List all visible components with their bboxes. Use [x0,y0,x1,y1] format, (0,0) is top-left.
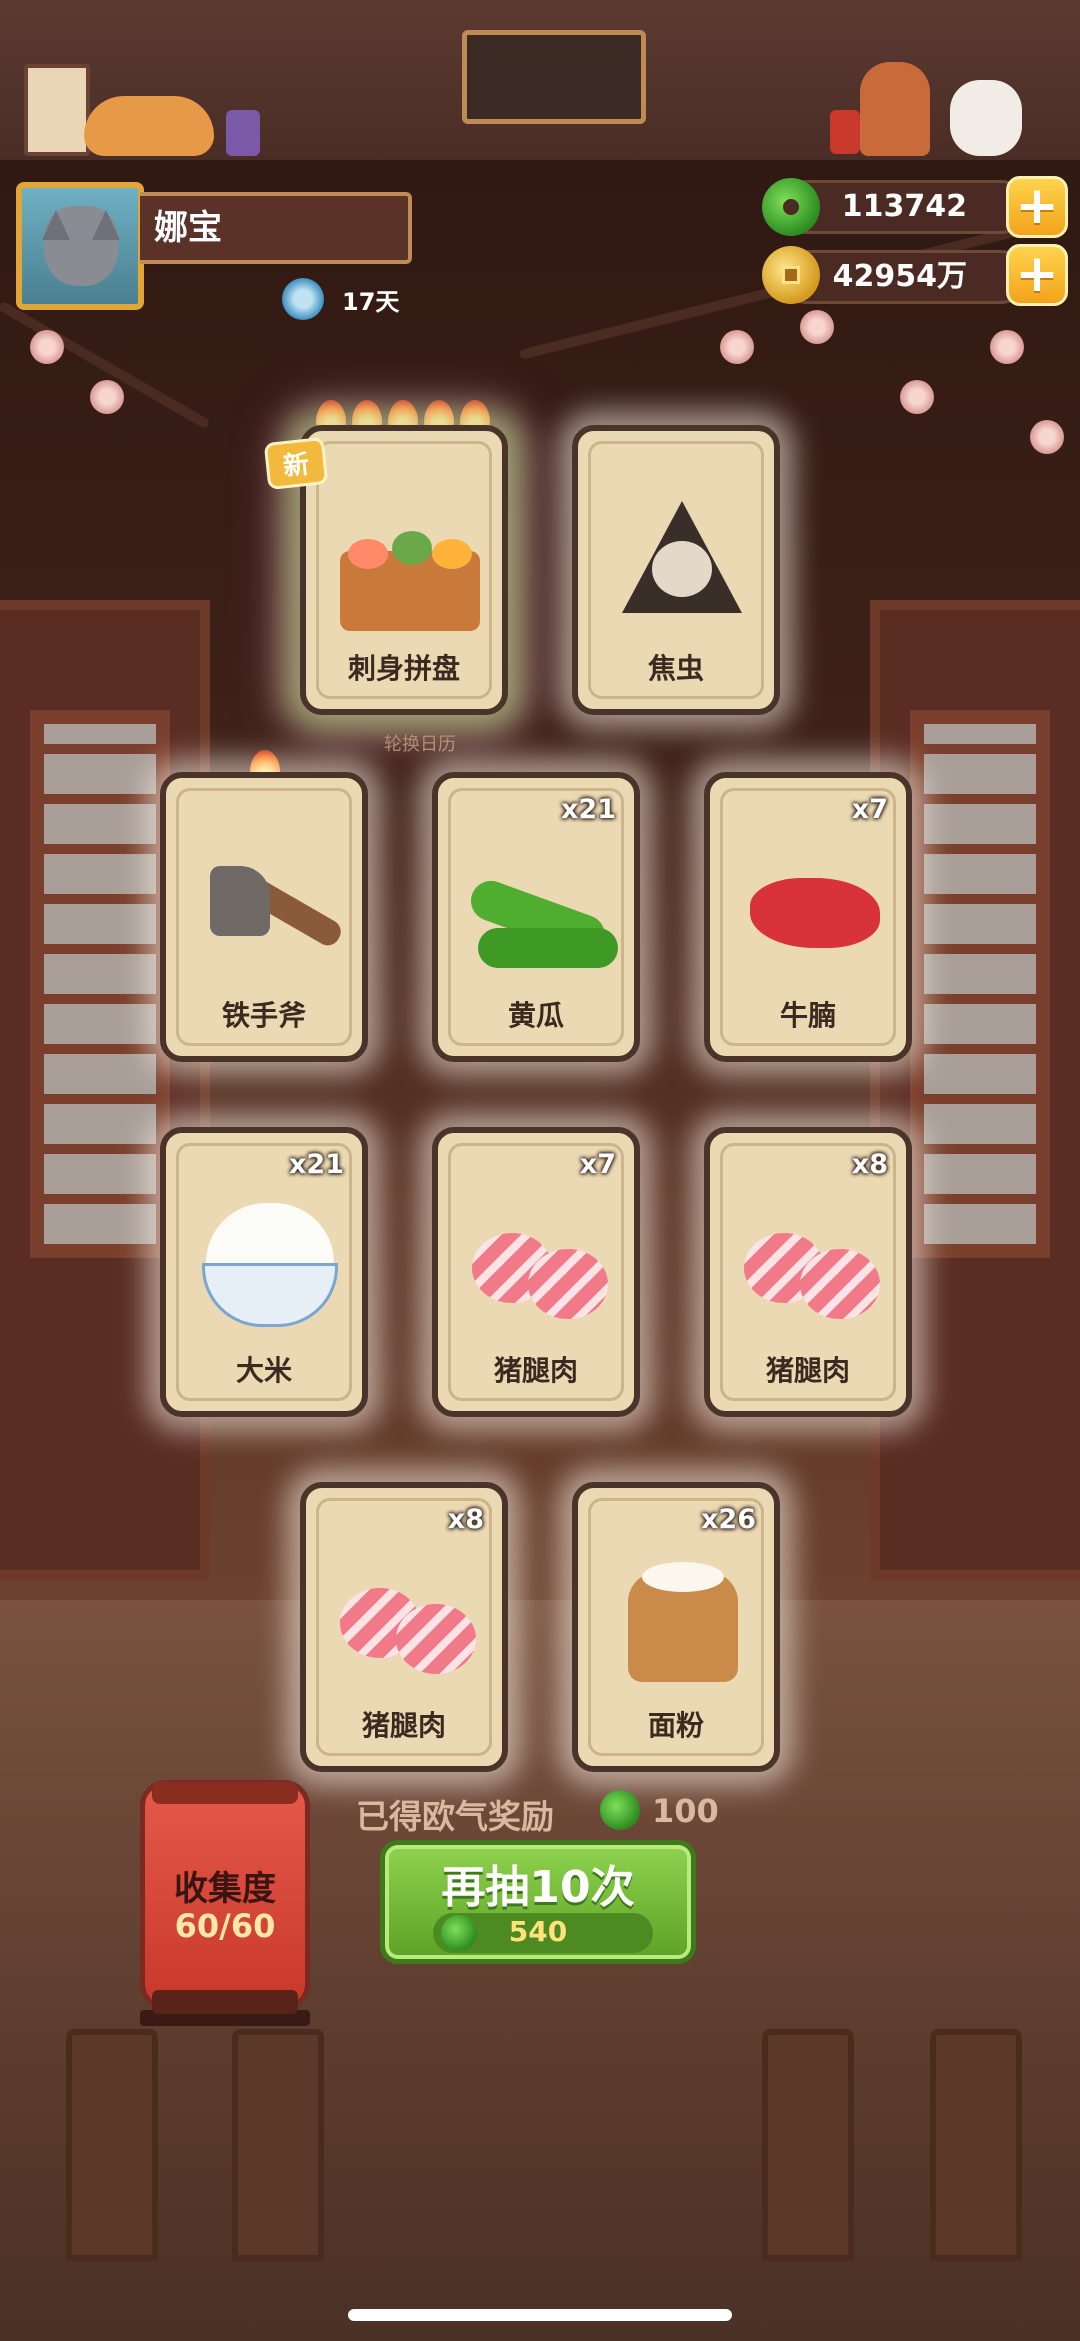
add-jade-button[interactable]: + [1006,176,1068,238]
pork-slice [528,1249,608,1319]
reward-value: 100 [652,1792,719,1830]
card-count: x8 [851,1149,888,1180]
card-locked-bug[interactable]: 焦虫 [572,425,780,715]
ear [42,210,70,240]
lantern-base [152,1990,298,2014]
card-label: 面粉 [647,1709,704,1742]
egg-slice [432,539,472,569]
flour-sack-icon [608,1548,756,1696]
jade-icon [762,178,820,236]
card-iron-axe[interactable]: 铁手斧 [160,772,368,1062]
fence-post [232,2029,324,2261]
card-count: x26 [701,1504,756,1535]
blossom [90,380,124,414]
card-cucumber[interactable]: x21 黄瓜 [432,772,640,1062]
beef-icon [740,838,888,986]
card-label: 黄瓜 [507,999,564,1032]
card-label: 大米 [235,1354,292,1387]
card-pork-leg[interactable]: x7 猪腿肉 [432,1127,640,1417]
home-indicator[interactable] [348,2309,732,2321]
fence-post [930,2029,1022,2261]
axe-icon [196,838,346,986]
chef-figure-icon [860,62,930,156]
bug-silhouette-icon [608,491,756,639]
wolf-avatar-icon [42,206,120,286]
card-sashimi-platter[interactable]: 刺身拼盘 [300,425,508,715]
collection-progress: 60/60 [174,1907,276,1945]
pork-icon [468,1193,616,1341]
days-count: 17天 [342,288,400,316]
axe-head [210,866,270,936]
cucumber [478,928,618,968]
rotate-calendar-label: 轮换日历 [384,734,456,755]
jade-icon [600,1790,640,1830]
door-window [30,710,170,1258]
card-count: x21 [289,1149,344,1180]
card-pork-leg[interactable]: x8 猪腿肉 [704,1127,912,1417]
pork-icon [740,1193,888,1341]
add-gold-button[interactable]: + [1006,244,1068,306]
blossom [800,310,834,344]
door-window [910,710,1050,1258]
blossom [720,330,754,364]
card-beef-brisket[interactable]: x7 牛腩 [704,772,912,1062]
blossom [900,380,934,414]
collection-lantern-button[interactable]: 收集度 60/60 [140,1780,310,2010]
bug-shape [652,541,712,597]
blossom [990,330,1024,364]
card-label: 焦虫 [647,652,704,685]
bowl [202,1263,338,1327]
pork-slice [396,1604,476,1674]
pork-slice [800,1249,880,1319]
card-count: x7 [579,1149,616,1180]
card-label: 刺身拼盘 [347,652,460,685]
blossom [1030,420,1064,454]
paw-scroll-icon [24,64,90,156]
draw-button-label: 再抽10次 [441,1862,635,1913]
blossom [30,330,64,364]
card-label: 猪腿肉 [765,1354,850,1387]
hanging-portrait-icon [462,30,646,124]
flour [642,1562,724,1592]
card-rice[interactable]: x21 大米 [160,1127,368,1417]
right-door [870,600,1080,1580]
avatar[interactable] [16,182,144,310]
beef [750,878,880,948]
garnish [392,531,432,565]
jar-icon [226,110,260,156]
draw-again-button[interactable]: 再抽10次 540 [380,1840,696,1964]
days-icon [282,278,324,320]
ear [92,210,120,240]
card-count: x8 [447,1504,484,1535]
rice-bowl-icon [196,1193,344,1341]
cucumber-icon [465,838,618,986]
card-label: 猪腿肉 [493,1354,578,1387]
pork-icon [336,1548,484,1696]
card-label: 猪腿肉 [361,1709,446,1742]
coin-icon [762,246,820,304]
reward-label: 已得欧气奖励 [356,1797,554,1836]
collection-title: 收集度 [174,1869,276,1909]
card-count: x7 [851,794,888,825]
card-label: 铁手斧 [221,999,306,1032]
white-cat-icon [950,80,1022,156]
player-name: 娜宝 [140,192,412,264]
lantern-cap [152,1782,298,1804]
card-pork-leg[interactable]: x8 猪腿肉 [300,1482,508,1772]
card-count: x21 [561,794,616,825]
new-badge: 新 [263,436,329,491]
jar-icon [830,110,860,154]
left-door [0,600,210,1580]
cat-sleeping-icon [84,96,214,156]
card-label: 牛腩 [779,999,836,1032]
salmon-slice [348,539,388,569]
draw-cost: 540 [508,1915,568,1948]
card-flour[interactable]: x26 面粉 [572,1482,780,1772]
sashimi-platter-icon [336,491,484,639]
fence-post [762,2029,854,2261]
fence-post [66,2029,158,2261]
